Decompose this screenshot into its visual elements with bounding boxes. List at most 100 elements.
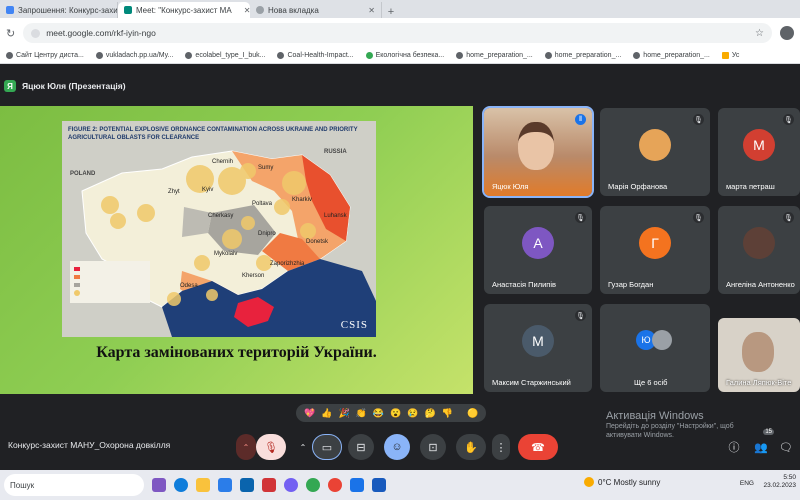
- present-screen-icon: ⊡: [428, 441, 438, 454]
- reaction-thumbs-up-icon[interactable]: 👍: [321, 408, 332, 419]
- more-participants-tile[interactable]: Ю Ще 6 осіб: [600, 304, 710, 392]
- participant-name: Ангеліна Антоненко: [726, 280, 795, 289]
- chat-button[interactable]: 🗨: [776, 434, 796, 460]
- participant-name: Максим Старжинський: [492, 378, 571, 387]
- participant-tile[interactable]: Г 🎙 Гузар Богдан: [600, 206, 710, 294]
- edge-icon[interactable]: [174, 478, 188, 492]
- participant-avatar: А: [522, 226, 554, 259]
- people-button[interactable]: 👥 15: [750, 429, 774, 460]
- reaction-clap-icon[interactable]: 👏: [356, 408, 367, 419]
- tab-meet[interactable]: Meet: "Конкурс-захист МА ✕: [118, 2, 250, 18]
- participant-tile[interactable]: М 🎙 марта петраш: [718, 108, 800, 196]
- map-label-kherson: Kherson: [242, 273, 265, 279]
- map-label-odesa: Odesa: [180, 283, 198, 289]
- reaction-laugh-icon[interactable]: 😂: [373, 408, 384, 419]
- mail-icon[interactable]: [240, 478, 254, 492]
- bookmark-item[interactable]: Сайт Центру диста...: [0, 52, 90, 59]
- more-options-button[interactable]: ⋮: [492, 434, 510, 460]
- new-tab-button[interactable]: +: [382, 6, 400, 18]
- bookmark-item[interactable]: Екологічна безпека...: [360, 52, 451, 59]
- copilot-icon[interactable]: [152, 478, 166, 492]
- reaction-sad-icon[interactable]: 😢: [407, 408, 418, 419]
- mic-off-icon: 🎙: [693, 114, 704, 125]
- participant-tile[interactable]: А 🎙 Анастасія Пилипів: [484, 206, 592, 294]
- language-indicator[interactable]: ENG: [740, 480, 754, 488]
- app-icon[interactable]: [262, 478, 276, 492]
- end-call-icon: ☎: [531, 441, 545, 454]
- reactions-bar: 💖 👍 🎉 👏 😂 😮 😢 🤔 👎 🟡: [296, 404, 487, 422]
- chrome-icon: [256, 6, 264, 14]
- chrome-active-icon[interactable]: [328, 478, 342, 492]
- reaction-thumbs-down-icon[interactable]: 👎: [442, 408, 453, 419]
- captions-button[interactable]: ⊟: [348, 434, 374, 460]
- map-title: FIGURE 2: POTENTIAL EXPLOSIVE ORDNANCE C…: [68, 127, 358, 141]
- chrome-icon[interactable]: [306, 478, 320, 492]
- close-icon[interactable]: ✕: [368, 6, 375, 15]
- mic-toggle-button[interactable]: 🎙: [256, 434, 286, 460]
- weather-widget[interactable]: 0°C Mostly sunny: [584, 477, 660, 487]
- people-icon: 👥: [754, 441, 768, 454]
- mic-off-icon: 🎙: [575, 212, 586, 223]
- participant-tile[interactable]: ⦀ Яцюк Юля: [482, 106, 594, 198]
- presenter-avatar: Я: [4, 80, 16, 92]
- weather-text: 0°C Mostly sunny: [598, 477, 661, 487]
- file-explorer-icon[interactable]: [196, 478, 210, 492]
- globe-icon: [185, 52, 193, 59]
- camera-icon: ▭: [321, 441, 333, 454]
- bookmark-star-icon[interactable]: ☆: [755, 28, 764, 39]
- captions-icon: ⊟: [356, 441, 366, 454]
- chat-icon: 🗨: [779, 441, 793, 454]
- bookmark-item[interactable]: vukladach.pp.ua/My...: [90, 52, 180, 59]
- participant-tile[interactable]: М 🎙 Максим Старжинський: [484, 304, 592, 392]
- reactions-button[interactable]: ☺: [384, 434, 410, 460]
- profile-icon[interactable]: [780, 26, 794, 40]
- mic-off-icon: 🎙: [783, 212, 794, 223]
- present-button[interactable]: ⊡: [420, 434, 446, 460]
- participant-name: Ще 6 осіб: [634, 378, 668, 387]
- system-tray[interactable]: ENG 5:50 23.02.2023: [740, 474, 796, 491]
- store-icon[interactable]: [218, 478, 232, 492]
- participant-tile[interactable]: Галина Ляпюк-Віте: [718, 318, 800, 392]
- skin-tone-icon[interactable]: 🟡: [467, 408, 478, 419]
- bookmark-item[interactable]: Coal-Health-Impact...: [271, 52, 359, 59]
- leave-call-button[interactable]: ☎: [518, 434, 558, 460]
- map-label-luhansk: Luhansk: [324, 213, 347, 219]
- reaction-thinking-icon[interactable]: 🤔: [425, 408, 436, 419]
- bookmark-item[interactable]: home_preparation_...: [450, 52, 539, 59]
- info-button[interactable]: ⓘ: [724, 434, 744, 460]
- word-icon[interactable]: [372, 478, 386, 492]
- tab-label: Нова вкладка: [268, 5, 319, 15]
- tab-new[interactable]: Нова вкладка ✕: [250, 2, 382, 18]
- bookmark-item[interactable]: ecolabel_type_I_buk...: [179, 52, 271, 59]
- bookmark-item[interactable]: Ус: [716, 52, 745, 59]
- bookmark-item[interactable]: home_preparation_...: [627, 52, 716, 59]
- participant-tile[interactable]: 🎙 Марія Орфанова: [600, 108, 710, 196]
- reaction-party-icon[interactable]: 🎉: [338, 408, 349, 419]
- raise-hand-button[interactable]: ✋: [456, 434, 486, 460]
- participant-avatar: М: [743, 128, 775, 161]
- reload-icon[interactable]: ↻: [6, 27, 15, 40]
- more-vert-icon: ⋮: [495, 441, 507, 454]
- map-label-chernihiv: Chernih: [212, 159, 234, 165]
- presentation-slide[interactable]: FIGURE 2: POTENTIAL EXPLOSIVE ORDNANCE C…: [0, 106, 473, 394]
- bookmark-item[interactable]: home_preparation_...: [539, 52, 628, 59]
- ukraine-mine-map: FIGURE 2: POTENTIAL EXPLOSIVE ORDNANCE C…: [62, 121, 376, 337]
- browser-tab-bar: Запрошення: Конкурс-захист ✕ Meet: "Конк…: [0, 0, 800, 18]
- viber-icon[interactable]: [284, 478, 298, 492]
- page-icon: [365, 52, 373, 59]
- participant-tile[interactable]: 🎙 Ангеліна Антоненко: [718, 206, 800, 294]
- save-icon[interactable]: [350, 478, 364, 492]
- participant-name: Анастасія Пилипів: [492, 280, 557, 289]
- participant-avatar: [743, 226, 775, 259]
- reaction-heart-icon[interactable]: 💖: [304, 408, 315, 419]
- camera-toggle-button[interactable]: ▭: [312, 434, 342, 460]
- clock-date: 23.02.2023: [763, 482, 796, 490]
- reaction-surprised-icon[interactable]: 😮: [390, 408, 401, 419]
- participant-name: Галина Ляпюк-Віте: [726, 378, 792, 387]
- site-info-icon[interactable]: [31, 28, 41, 38]
- mic-options-button[interactable]: ⌃: [236, 434, 256, 460]
- tab-invitation[interactable]: Запрошення: Конкурс-захист ✕: [0, 2, 118, 18]
- camera-options-button[interactable]: ⌃: [296, 434, 310, 460]
- address-bar[interactable]: meet.google.com/rkf-iyin-ngo ☆: [23, 23, 772, 43]
- taskbar-search[interactable]: Пошук: [4, 474, 144, 496]
